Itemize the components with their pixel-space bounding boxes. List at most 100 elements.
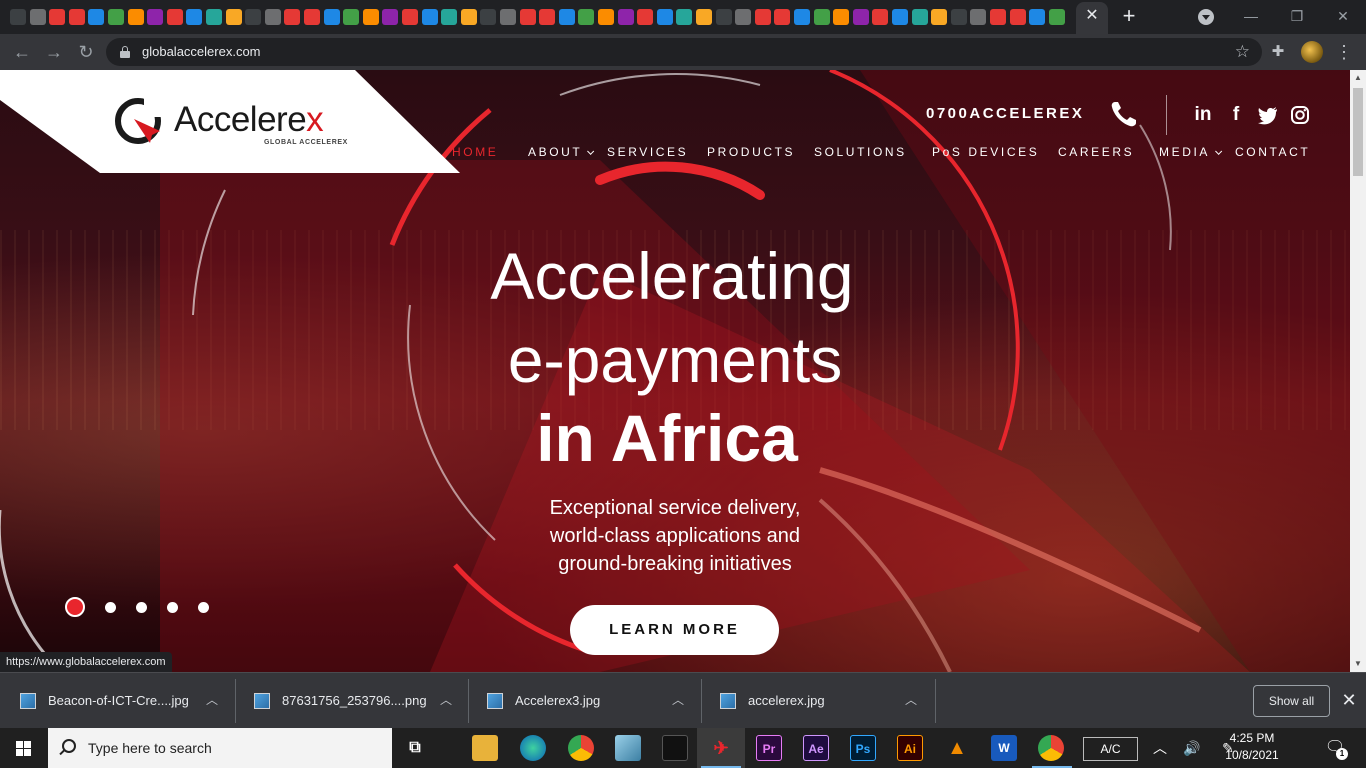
page-scrollbar[interactable]: ▲ ▼ bbox=[1350, 70, 1366, 672]
tab-favicon-icon[interactable] bbox=[911, 9, 928, 25]
taskbar-clock[interactable]: 4:25 PM 10/8/2021 bbox=[1216, 730, 1288, 764]
tab-favicon-icon[interactable] bbox=[950, 9, 967, 25]
download-item[interactable]: accelerex.jpg ︿ bbox=[700, 673, 934, 729]
tab-favicon-icon[interactable] bbox=[402, 9, 418, 25]
tab-favicon-icon[interactable] bbox=[1009, 9, 1026, 25]
slider-dot-5[interactable] bbox=[198, 602, 209, 613]
twitter-icon[interactable] bbox=[1257, 104, 1279, 126]
instagram-icon[interactable] bbox=[1289, 104, 1311, 126]
extensions-icon[interactable]: ✚ bbox=[1269, 43, 1287, 61]
new-tab-button[interactable]: + bbox=[1118, 5, 1140, 27]
taskbar-search-box[interactable]: Type here to search bbox=[48, 728, 392, 768]
tab-favicon-icon[interactable] bbox=[362, 9, 379, 25]
tab-favicon-icon[interactable] bbox=[617, 9, 634, 25]
close-tab-icon[interactable]: ✕ bbox=[1083, 7, 1101, 25]
tab-favicon-icon[interactable] bbox=[323, 9, 340, 25]
tab-favicon-icon[interactable] bbox=[558, 9, 575, 25]
nav-careers[interactable]: CAREERS bbox=[1058, 145, 1134, 159]
download-item[interactable]: Accelerex3.jpg ︿ bbox=[467, 673, 701, 729]
tab-favicon-icon[interactable] bbox=[166, 9, 183, 25]
tab-favicon-icon[interactable] bbox=[304, 9, 320, 25]
volume-icon[interactable]: 🔊 bbox=[1182, 738, 1202, 758]
photoshop-icon[interactable]: Ps bbox=[850, 735, 876, 761]
chrome-icon[interactable] bbox=[1038, 735, 1064, 761]
tab-favicon-icon[interactable] bbox=[970, 9, 987, 25]
word-icon[interactable]: W bbox=[991, 735, 1017, 761]
scroll-down-arrow-icon[interactable]: ▼ bbox=[1353, 659, 1363, 669]
vlc-icon[interactable]: ▲ bbox=[944, 735, 970, 761]
chevron-up-icon[interactable]: ︿ bbox=[440, 691, 452, 708]
tab-favicon-icon[interactable] bbox=[441, 9, 458, 25]
tab-favicon-icon[interactable] bbox=[343, 9, 360, 25]
file-explorer-icon[interactable] bbox=[472, 735, 498, 761]
nav-home[interactable]: HOME bbox=[452, 145, 498, 159]
tab-favicon-icon[interactable] bbox=[539, 9, 556, 25]
tab-favicon-icon[interactable] bbox=[186, 9, 203, 25]
tab-favicon-icon[interactable] bbox=[225, 9, 242, 25]
back-icon[interactable]: ← bbox=[10, 40, 34, 64]
profile-avatar[interactable] bbox=[1301, 41, 1323, 63]
chevron-up-icon[interactable]: ︿ bbox=[905, 691, 917, 708]
scroll-up-arrow-icon[interactable]: ▲ bbox=[1353, 73, 1363, 83]
close-downloads-icon[interactable]: ✕ bbox=[1340, 690, 1358, 710]
slider-dot-4[interactable] bbox=[167, 602, 178, 613]
tab-favicon-icon[interactable] bbox=[29, 9, 46, 25]
nav-products[interactable]: PRODUCTS bbox=[707, 145, 795, 159]
chevron-up-icon[interactable]: ︿ bbox=[206, 691, 218, 708]
tab-favicon-icon[interactable] bbox=[715, 9, 732, 25]
ac-indicator[interactable]: A/C bbox=[1083, 737, 1138, 761]
tab-favicon-icon[interactable] bbox=[49, 9, 66, 25]
windows-start-icon[interactable] bbox=[0, 728, 48, 768]
phone-number[interactable]: 0700ACCELEREX bbox=[926, 105, 1084, 122]
tab-favicon-icon[interactable] bbox=[676, 9, 693, 25]
tab-favicon-icon[interactable] bbox=[460, 9, 477, 25]
tab-favicon-icon[interactable] bbox=[480, 9, 497, 25]
slider-dot-3[interactable] bbox=[136, 602, 147, 613]
tab-favicon-icon[interactable] bbox=[892, 9, 908, 25]
reload-icon[interactable]: ↻ bbox=[74, 40, 98, 64]
browser-menu-icon[interactable]: ⋮ bbox=[1334, 40, 1354, 64]
download-item[interactable]: Beacon-of-ICT-Cre....jpg ︿ bbox=[0, 673, 234, 729]
url-text[interactable]: globalaccelerex.com bbox=[142, 44, 261, 59]
tab-favicon-icon[interactable] bbox=[774, 9, 791, 25]
chevron-up-icon[interactable]: ︿ bbox=[672, 691, 684, 708]
tab-favicon-icon[interactable] bbox=[500, 9, 516, 25]
tab-favicon-icon[interactable] bbox=[696, 9, 712, 25]
show-all-downloads-button[interactable]: Show all bbox=[1253, 685, 1330, 717]
after-effects-icon[interactable]: Ae bbox=[803, 735, 829, 761]
nav-solutions[interactable]: SOLUTIONS bbox=[814, 145, 907, 159]
tab-favicon-icon[interactable] bbox=[578, 9, 595, 25]
tab-favicon-icon[interactable] bbox=[990, 9, 1006, 25]
tab-favicon-icon[interactable] bbox=[833, 9, 850, 25]
slider-dot-2[interactable] bbox=[105, 602, 116, 613]
tab-search-icon[interactable] bbox=[1198, 9, 1214, 25]
restore-icon[interactable]: ❐ bbox=[1274, 0, 1320, 32]
tab-favicon-icon[interactable] bbox=[382, 9, 399, 25]
tab-favicon-icon[interactable] bbox=[931, 9, 948, 25]
tab-favicon-icon[interactable] bbox=[754, 9, 771, 25]
tab-favicon-icon[interactable] bbox=[206, 9, 222, 25]
close-window-icon[interactable]: ✕ bbox=[1320, 0, 1366, 32]
nav-pos-devices[interactable]: PoS DEVICES bbox=[932, 145, 1039, 159]
edge-icon[interactable] bbox=[520, 735, 546, 761]
tray-chevron-up-icon[interactable]: ︿ bbox=[1150, 738, 1170, 758]
tab-favicon-icon[interactable] bbox=[1029, 9, 1046, 25]
tab-favicon-icon[interactable] bbox=[68, 9, 85, 25]
slider-dot-1[interactable] bbox=[65, 597, 85, 617]
tab-favicon-icon[interactable] bbox=[598, 9, 614, 25]
tab-favicon-icon[interactable] bbox=[735, 9, 752, 25]
minimize-icon[interactable]: — bbox=[1228, 0, 1274, 32]
tab-favicon-icon[interactable] bbox=[794, 9, 810, 25]
tab-favicon-icon[interactable] bbox=[656, 9, 673, 25]
tab-favicon-icon[interactable] bbox=[245, 9, 262, 25]
learn-more-button[interactable]: LEARN MORE bbox=[570, 605, 779, 655]
notification-icon[interactable]: 🗨 1 bbox=[1322, 736, 1348, 760]
tab-favicon-icon[interactable] bbox=[637, 9, 654, 25]
nav-media[interactable]: MEDIA bbox=[1159, 145, 1223, 159]
tab-favicon-icon[interactable] bbox=[421, 9, 438, 25]
tab-favicon-icon[interactable] bbox=[1048, 9, 1065, 25]
tab-favicon-icon[interactable] bbox=[519, 9, 536, 25]
tab-favicon-icon[interactable] bbox=[813, 9, 830, 25]
tab-favicon-icon[interactable] bbox=[10, 9, 26, 25]
address-bar[interactable]: globalaccelerex.com ☆ bbox=[106, 38, 1262, 66]
